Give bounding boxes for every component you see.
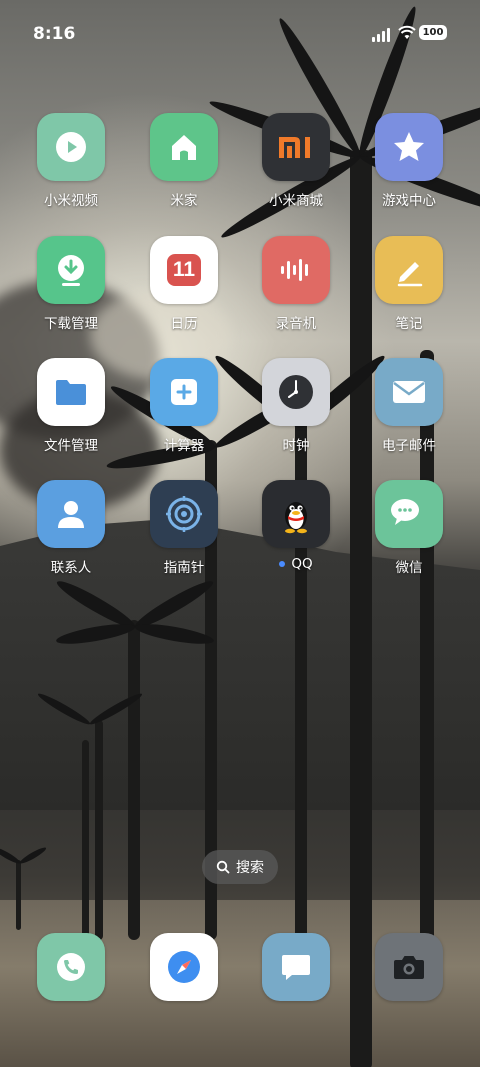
message-icon xyxy=(262,933,330,1001)
app-label: 计算器 xyxy=(163,438,205,454)
home-icon xyxy=(150,113,218,181)
app-label: 录音机 xyxy=(275,316,317,332)
app-label: 下载管理 xyxy=(44,316,98,332)
app-mi-store[interactable]: 小米商城 xyxy=(240,113,352,223)
pencil-icon xyxy=(375,236,443,304)
battery-indicator: 100 xyxy=(419,25,447,40)
contact-icon xyxy=(37,480,105,548)
app-mi-home[interactable]: 米家 xyxy=(128,113,240,223)
folder-icon xyxy=(37,358,105,426)
app-mi-video[interactable]: 小米视频 xyxy=(15,113,127,223)
browser-compass-icon xyxy=(150,933,218,1001)
star-icon xyxy=(375,113,443,181)
clock-icon xyxy=(262,358,330,426)
calculator-icon xyxy=(150,358,218,426)
camera-icon xyxy=(375,933,443,1001)
mi-logo-icon xyxy=(262,113,330,181)
app-game-center[interactable]: 游戏中心 xyxy=(353,113,465,223)
app-label: 日历 xyxy=(170,316,198,332)
dock-camera[interactable] xyxy=(353,933,465,1001)
app-contacts[interactable]: 联系人 xyxy=(15,480,127,590)
app-label: 联系人 xyxy=(50,560,92,576)
search-icon xyxy=(216,860,230,874)
wechat-icon xyxy=(375,480,443,548)
app-notes[interactable]: 笔记 xyxy=(353,236,465,346)
qq-penguin-icon xyxy=(262,480,330,548)
app-label: 小米商城 xyxy=(269,193,323,209)
search-label: 搜索 xyxy=(236,860,264,876)
download-icon xyxy=(37,236,105,304)
app-label: 文件管理 xyxy=(44,438,98,454)
cellular-signal-icon xyxy=(372,26,394,42)
app-calendar[interactable]: 11 日历 xyxy=(128,236,240,346)
app-label: 米家 xyxy=(170,193,198,209)
app-label: 微信 xyxy=(395,560,423,576)
app-clock[interactable]: 时钟 xyxy=(240,358,352,468)
app-email[interactable]: 电子邮件 xyxy=(353,358,465,468)
play-icon xyxy=(37,113,105,181)
app-label: 指南针 xyxy=(163,560,205,576)
app-label: 小米视频 xyxy=(44,193,98,209)
wifi-icon xyxy=(398,25,416,39)
app-label: 笔记 xyxy=(395,316,423,332)
app-recorder[interactable]: 录音机 xyxy=(240,236,352,346)
calendar-icon: 11 xyxy=(150,236,218,304)
app-label-text: QQ xyxy=(291,556,313,572)
app-label: 时钟 xyxy=(282,438,310,454)
phone-icon xyxy=(37,933,105,1001)
status-bar: 8:16 100 xyxy=(0,0,480,68)
compass-icon xyxy=(150,480,218,548)
sound-wave-icon xyxy=(262,236,330,304)
app-calculator[interactable]: 计算器 xyxy=(128,358,240,468)
app-file-manager[interactable]: 文件管理 xyxy=(15,358,127,468)
mail-icon xyxy=(375,358,443,426)
status-time: 8:16 xyxy=(33,24,76,44)
dock-messages[interactable] xyxy=(240,933,352,1001)
app-qq[interactable]: QQ xyxy=(240,480,352,590)
app-label: QQ xyxy=(240,556,352,572)
app-wechat[interactable]: 微信 xyxy=(353,480,465,590)
new-badge-dot xyxy=(279,561,286,567)
app-label: 电子邮件 xyxy=(382,438,436,454)
dock-browser[interactable] xyxy=(128,933,240,1001)
app-downloads[interactable]: 下载管理 xyxy=(15,236,127,346)
app-compass[interactable]: 指南针 xyxy=(128,480,240,590)
dock-phone[interactable] xyxy=(15,933,127,1001)
app-label: 游戏中心 xyxy=(382,193,436,209)
search-button[interactable]: 搜索 xyxy=(202,850,278,884)
calendar-day: 11 xyxy=(167,254,201,286)
